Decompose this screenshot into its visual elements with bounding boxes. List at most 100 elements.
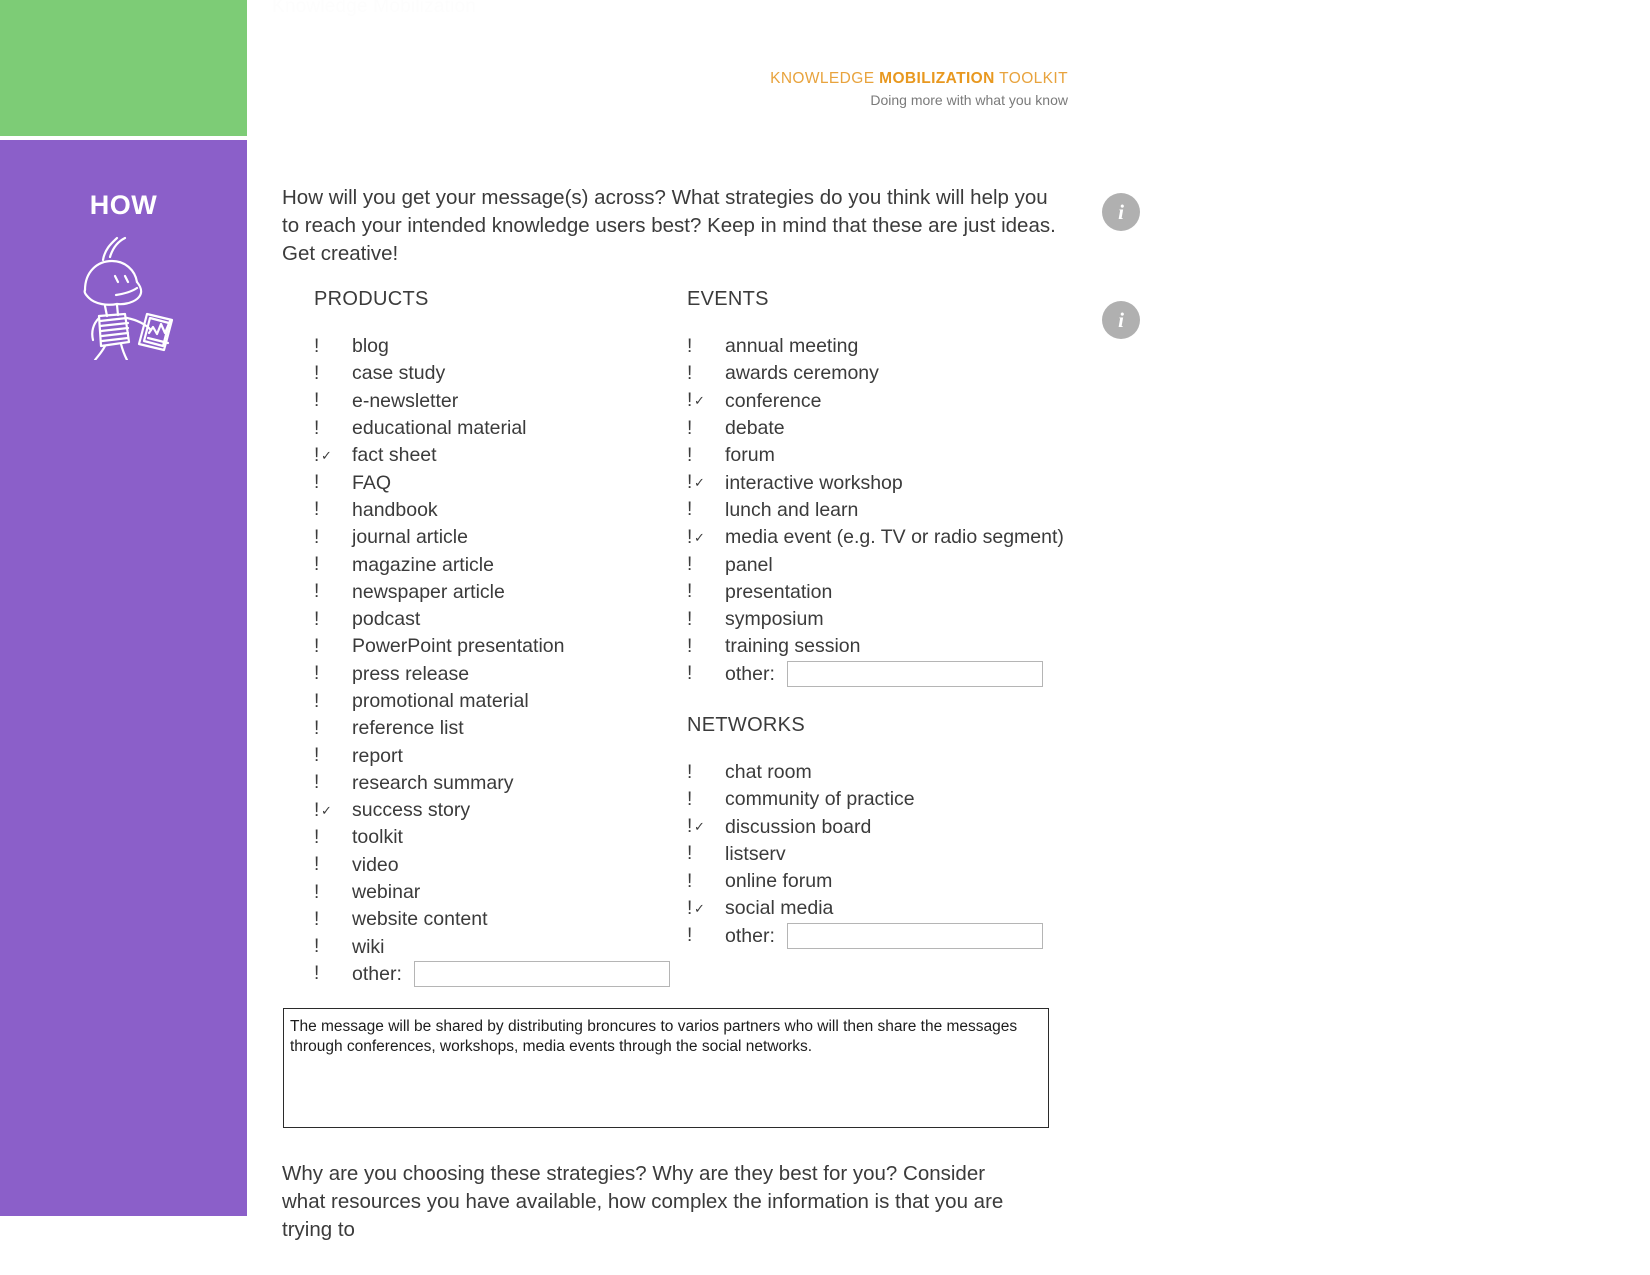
checked-checkbox-icon[interactable]: ! ✓: [687, 527, 725, 549]
unchecked-checkbox-icon[interactable]: !: [687, 843, 725, 865]
other-text-input[interactable]: [413, 961, 670, 988]
checklist-item[interactable]: ! video: [314, 852, 674, 879]
unchecked-checkbox-icon[interactable]: !: [314, 581, 352, 603]
checklist-item[interactable]: ! forum: [687, 442, 1107, 469]
checked-checkbox-icon[interactable]: ! ✓: [687, 472, 725, 494]
unchecked-checkbox-icon[interactable]: !: [314, 854, 352, 876]
unchecked-checkbox-icon[interactable]: !: [687, 925, 725, 947]
unchecked-checkbox-icon[interactable]: !: [314, 963, 352, 985]
checklist-item[interactable]: ! online forum: [687, 868, 1107, 895]
checklist-item[interactable]: ! training session: [687, 633, 1107, 660]
checklist-item[interactable]: ! ✓ fact sheet: [314, 442, 674, 469]
unchecked-checkbox-icon[interactable]: !: [314, 936, 352, 958]
checklist-item[interactable]: ! PowerPoint presentation: [314, 633, 674, 660]
checklist-item[interactable]: ! report: [314, 742, 674, 769]
unchecked-checkbox-icon[interactable]: !: [314, 882, 352, 904]
checklist-item[interactable]: ! research summary: [314, 770, 674, 797]
checklist-item[interactable]: ! awards ceremony: [687, 360, 1107, 387]
brand-header: KNOWLEDGE MOBILIZATION TOOLKIT Doing mor…: [468, 70, 1068, 108]
brand-title: KNOWLEDGE MOBILIZATION TOOLKIT: [468, 70, 1068, 88]
unchecked-checkbox-icon[interactable]: !: [687, 363, 725, 385]
checklist-item[interactable]: ! presentation: [687, 579, 1107, 606]
checklist-item[interactable]: ! webinar: [314, 879, 674, 906]
checklist-item[interactable]: ! case study: [314, 360, 674, 387]
unchecked-checkbox-icon[interactable]: !: [687, 445, 725, 467]
unchecked-checkbox-icon[interactable]: !: [314, 663, 352, 685]
info-icon-options[interactable]: i: [1102, 301, 1140, 339]
checklist-item[interactable]: ! ✓ social media: [687, 895, 1107, 922]
checklist-item[interactable]: ! ✓ conference: [687, 388, 1107, 415]
checklist-item-other[interactable]: ! other:: [314, 961, 674, 988]
products-column: PRODUCTS ! blog! case study! e-newsletter! e…: [314, 288, 674, 988]
unchecked-checkbox-icon[interactable]: !: [314, 909, 352, 931]
unchecked-checkbox-icon[interactable]: !: [687, 636, 725, 658]
checklist-item[interactable]: ! listserv: [687, 841, 1107, 868]
unchecked-checkbox-icon[interactable]: !: [687, 554, 725, 576]
unchecked-checkbox-icon[interactable]: !: [314, 772, 352, 794]
checklist-item[interactable]: ! FAQ: [314, 469, 674, 496]
unchecked-checkbox-icon[interactable]: !: [314, 472, 352, 494]
other-text-input[interactable]: [786, 923, 1043, 950]
checklist-item[interactable]: ! e-newsletter: [314, 388, 674, 415]
checked-checkbox-icon[interactable]: ! ✓: [687, 898, 725, 920]
checklist-item[interactable]: ! blog: [314, 333, 674, 360]
checklist-item[interactable]: ! ✓ success story: [314, 797, 674, 824]
unchecked-checkbox-icon[interactable]: !: [314, 363, 352, 385]
checklist-item[interactable]: ! promotional material: [314, 688, 674, 715]
unchecked-checkbox-icon[interactable]: !: [687, 789, 725, 811]
checklist-item[interactable]: ! chat room: [687, 759, 1107, 786]
checklist-item[interactable]: ! podcast: [314, 606, 674, 633]
checked-checkbox-icon[interactable]: ! ✓: [687, 390, 725, 412]
unchecked-checkbox-icon[interactable]: !: [687, 418, 725, 440]
unchecked-checkbox-icon[interactable]: !: [314, 718, 352, 740]
unchecked-checkbox-icon[interactable]: !: [687, 609, 725, 631]
strategy-answer-textarea[interactable]: The message will be shared by distributi…: [283, 1008, 1049, 1128]
unchecked-checkbox-icon[interactable]: !: [314, 390, 352, 412]
checklist-item[interactable]: ! website content: [314, 906, 674, 933]
unchecked-checkbox-icon[interactable]: !: [687, 871, 725, 893]
checklist-item-label: podcast: [352, 608, 421, 631]
checklist-item[interactable]: ! wiki: [314, 934, 674, 961]
unchecked-checkbox-icon[interactable]: !: [314, 418, 352, 440]
checklist-item[interactable]: ! community of practice: [687, 786, 1107, 813]
checklist-item[interactable]: ! ✓ media event (e.g. TV or radio segment): [687, 524, 1107, 551]
info-icon-strategies[interactable]: i: [1102, 193, 1140, 231]
checklist-item[interactable]: ! journal article: [314, 524, 674, 551]
checklist-item[interactable]: ! press release: [314, 661, 674, 688]
unchecked-checkbox-icon[interactable]: !: [314, 499, 352, 521]
checklist-item-other[interactable]: ! other:: [687, 923, 1107, 950]
other-text-input[interactable]: [786, 661, 1043, 688]
checklist-item[interactable]: ! educational material: [314, 415, 674, 442]
checklist-item-label: handbook: [352, 498, 438, 521]
checklist-item[interactable]: ! ✓ discussion board: [687, 813, 1107, 840]
checklist-item[interactable]: ! newspaper article: [314, 579, 674, 606]
checked-checkbox-icon[interactable]: ! ✓: [314, 445, 352, 467]
unchecked-checkbox-icon[interactable]: !: [314, 691, 352, 713]
checklist-item-other[interactable]: ! other:: [687, 661, 1107, 688]
unchecked-checkbox-icon[interactable]: !: [687, 499, 725, 521]
checklist-item[interactable]: ! lunch and learn: [687, 497, 1107, 524]
checklist-item[interactable]: ! reference list: [314, 715, 674, 742]
unchecked-checkbox-icon[interactable]: !: [314, 827, 352, 849]
unchecked-checkbox-icon[interactable]: !: [314, 554, 352, 576]
checklist-item[interactable]: ! toolkit: [314, 824, 674, 851]
checklist-item[interactable]: ! debate: [687, 415, 1107, 442]
checklist-item[interactable]: ! handbook: [314, 497, 674, 524]
checklist-item[interactable]: ! panel: [687, 551, 1107, 578]
checklist-item[interactable]: ! annual meeting: [687, 333, 1107, 360]
unchecked-checkbox-icon[interactable]: !: [687, 336, 725, 358]
unchecked-checkbox-icon[interactable]: !: [314, 336, 352, 358]
checklist-item[interactable]: ! ✓ interactive workshop: [687, 469, 1107, 496]
unchecked-checkbox-icon[interactable]: !: [314, 527, 352, 549]
group-heading-products: PRODUCTS: [314, 288, 429, 310]
checked-checkbox-icon[interactable]: ! ✓: [687, 816, 725, 838]
unchecked-checkbox-icon[interactable]: !: [687, 581, 725, 603]
unchecked-checkbox-icon[interactable]: !: [314, 745, 352, 767]
unchecked-checkbox-icon[interactable]: !: [687, 663, 725, 685]
checklist-item[interactable]: ! magazine article: [314, 551, 674, 578]
unchecked-checkbox-icon[interactable]: !: [314, 609, 352, 631]
unchecked-checkbox-icon[interactable]: !: [687, 762, 725, 784]
checklist-item[interactable]: ! symposium: [687, 606, 1107, 633]
checked-checkbox-icon[interactable]: ! ✓: [314, 800, 352, 822]
unchecked-checkbox-icon[interactable]: !: [314, 636, 352, 658]
